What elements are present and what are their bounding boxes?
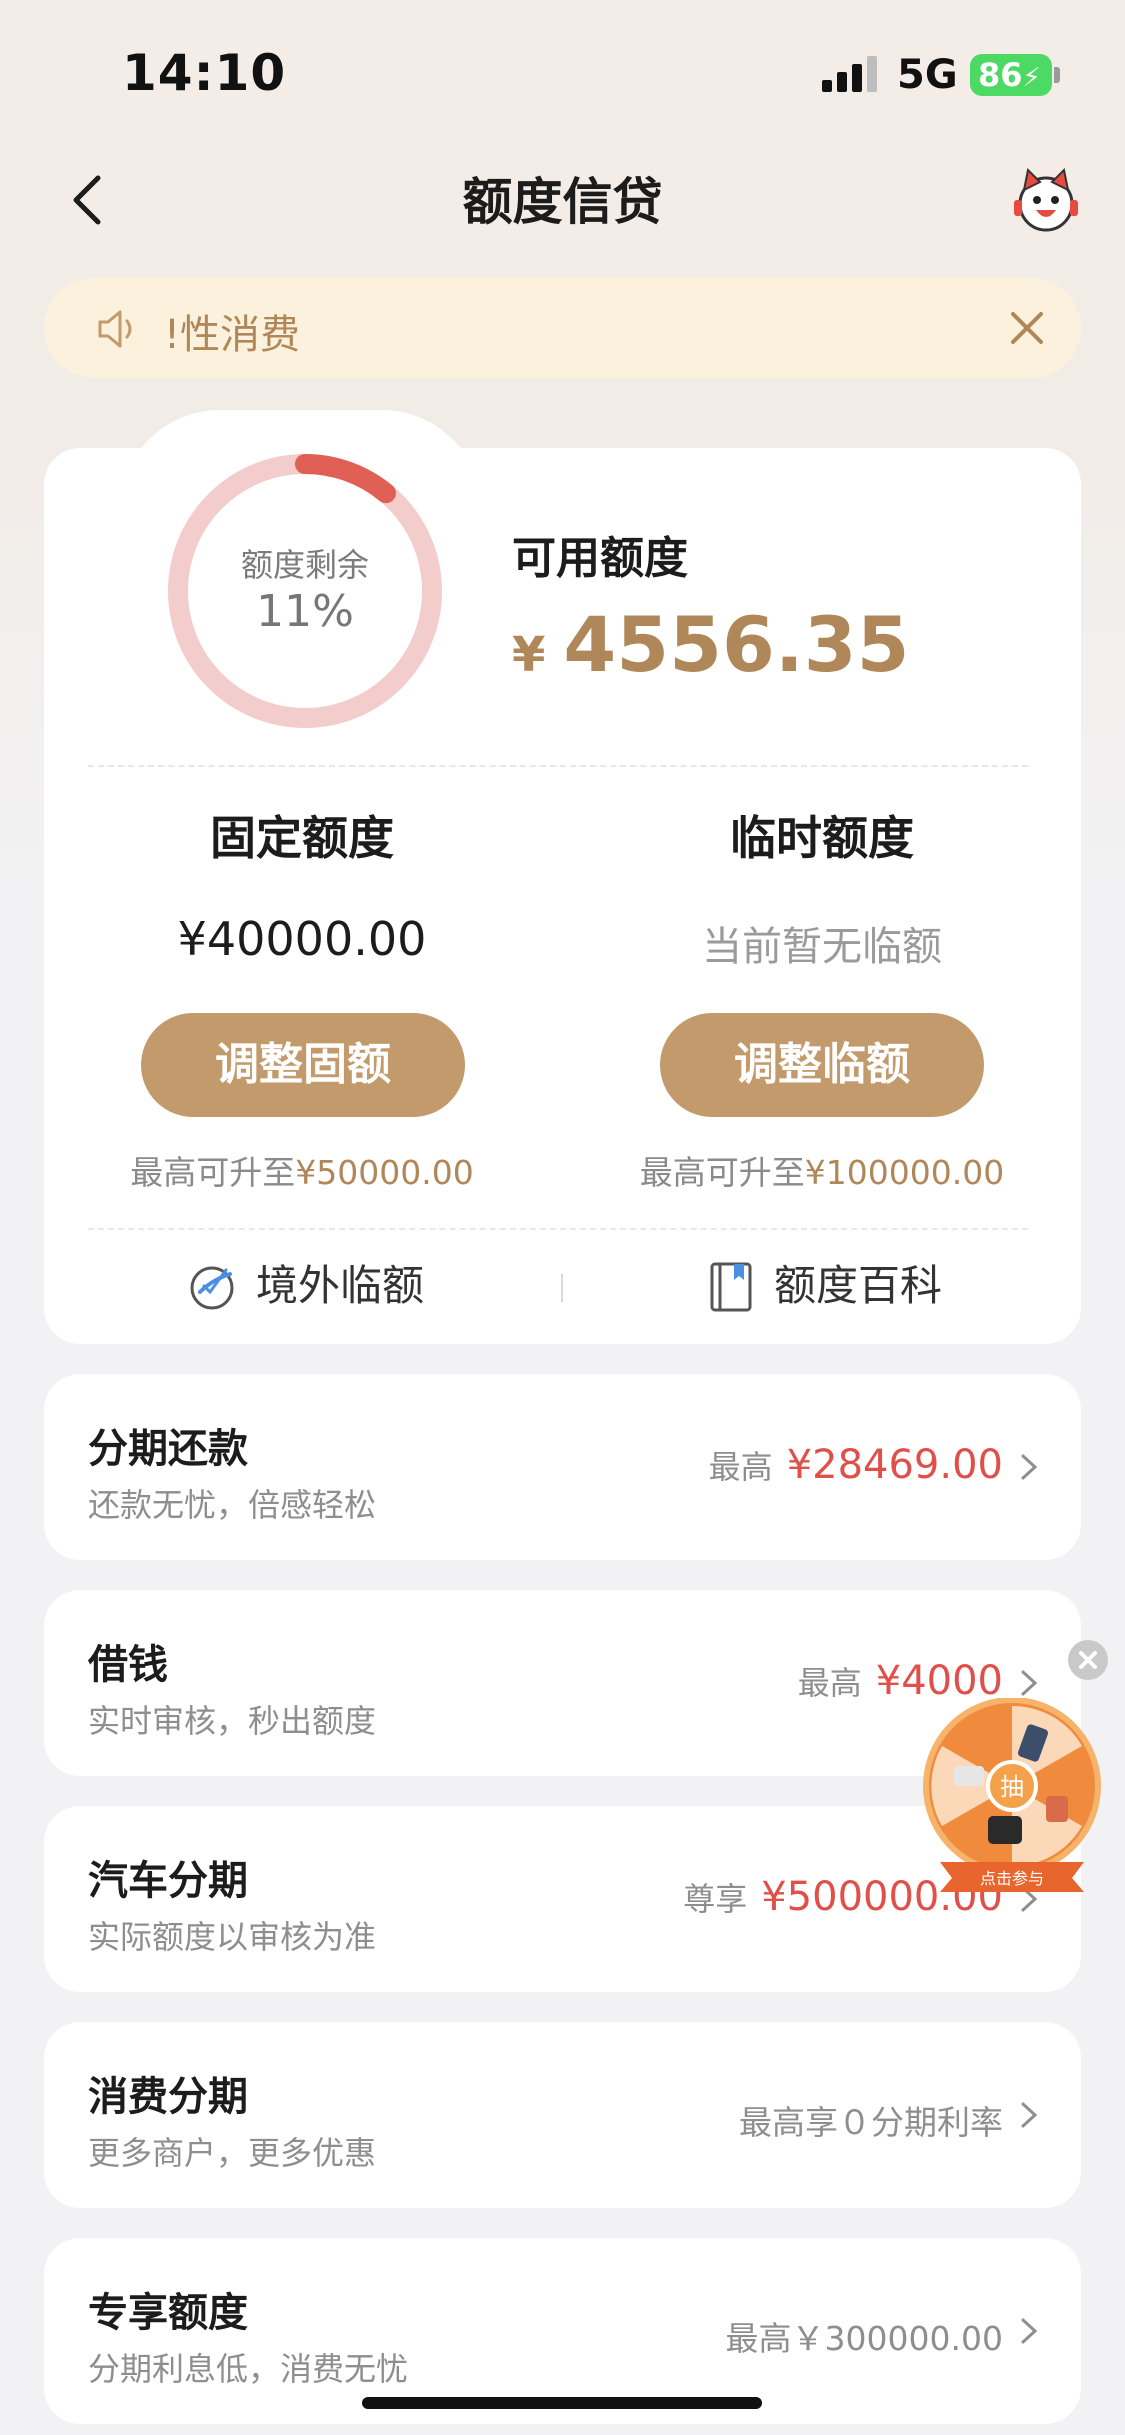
close-icon — [1079, 1651, 1097, 1669]
overseas-quota-link[interactable]: 境外临额 — [256, 1252, 424, 1313]
chevron-right-icon — [1021, 1670, 1038, 1696]
tools-divider — [561, 1274, 563, 1302]
wheel-ribbon-label: 点击参与 — [980, 1869, 1044, 1888]
adjust-temp-button[interactable]: 调整临额 — [660, 1013, 984, 1117]
temp-hint-prefix: 最高可升至 — [639, 1153, 805, 1192]
row-value: 最高 ¥28469.00 — [709, 1442, 1003, 1488]
row-title: 分期还款 — [88, 1426, 248, 1472]
nav-bar: 额度信贷 — [0, 140, 1125, 260]
row-prefix: 最高 — [708, 1448, 773, 1486]
page-title: 额度信贷 — [462, 173, 663, 231]
row-title: 汽车分期 — [88, 1858, 248, 1904]
fixed-hint-prefix: 最高可升至 — [130, 1153, 296, 1192]
fixed-quota-hint: 最高可升至¥50000.00 — [52, 1146, 552, 1194]
row-plain-value: 最高￥300000.00 — [725, 2319, 1003, 2358]
list-item-consumer-installment[interactable]: 消费分期 更多商户，更多优惠 最高享０分期利率 — [44, 2022, 1081, 2208]
row-value: 最高￥300000.00 — [726, 2312, 1003, 2360]
fixed-quota-title: 固定额度 — [210, 811, 394, 865]
list-item-installment-repay[interactable]: 分期还款 还款无忧，倍感轻松 最高 ¥28469.00 — [44, 1374, 1081, 1560]
ring-label: 额度剩余 — [240, 546, 369, 584]
adjust-fixed-button[interactable]: 调整固额 — [141, 1013, 465, 1117]
row-subtitle: 更多商户，更多优惠 — [88, 2134, 377, 2172]
temp-hint-amount: ¥100000.00 — [804, 1153, 1005, 1192]
row-title: 借钱 — [88, 1642, 168, 1688]
notice-banner[interactable]: !性消费 — [44, 278, 1081, 378]
network-type: 5G — [897, 52, 958, 98]
home-indicator[interactable] — [362, 2397, 762, 2409]
overseas-icon[interactable] — [186, 1260, 240, 1314]
row-plain-value: 最高享０分期利率 — [739, 2103, 1003, 2142]
chevron-right-icon — [1021, 2318, 1038, 2344]
wheel-close-button[interactable] — [1068, 1640, 1108, 1680]
close-icon[interactable] — [1003, 304, 1051, 352]
fixed-quota-value: ¥40000.00 — [177, 912, 427, 966]
speaker-icon — [98, 310, 132, 348]
wheel-center-label: 抽 — [1000, 1773, 1024, 1801]
available-amount: ¥4556.35 — [512, 600, 910, 689]
status-time: 14:10 — [122, 44, 287, 102]
row-subtitle: 还款无忧，倍感轻松 — [88, 1486, 377, 1524]
row-subtitle: 分期利息低，消费无忧 — [88, 2350, 409, 2388]
status-bar: 14:10 5G 86⚡ — [0, 0, 1125, 140]
notice-text: !性消费 — [164, 312, 301, 358]
battery-tip — [1054, 67, 1060, 83]
quota-wiki-link[interactable]: 额度百科 — [774, 1252, 942, 1313]
row-amount: ¥28469.00 — [786, 1442, 1003, 1488]
temp-quota-hint: 最高可升至¥100000.00 — [572, 1146, 1072, 1194]
book-icon[interactable] — [706, 1260, 760, 1314]
fixed-hint-amount: ¥50000.00 — [295, 1153, 474, 1192]
row-prefix: 尊享 — [683, 1880, 748, 1918]
available-value: 4556.35 — [563, 600, 910, 689]
ring-progress-arc — [295, 454, 396, 504]
row-subtitle: 实时审核，秒出额度 — [88, 1702, 377, 1740]
battery-level: 86 — [978, 56, 1023, 94]
row-prefix: 最高 — [797, 1664, 862, 1702]
temp-quota-title: 临时额度 — [730, 811, 914, 865]
row-subtitle: 实际额度以审核为准 — [88, 1918, 377, 1956]
temp-quota-value: 当前暂无临额 — [702, 924, 942, 970]
divider — [88, 1228, 1028, 1230]
chevron-right-icon — [1021, 1454, 1038, 1480]
prize-wheel-widget[interactable]: 抽 点击参与 — [922, 1698, 1102, 1894]
row-title: 消费分期 — [88, 2074, 248, 2120]
battery-icon: 86⚡ — [970, 54, 1052, 96]
available-label: 可用额度 — [512, 533, 688, 584]
available-currency: ¥ — [512, 627, 546, 683]
divider — [88, 765, 1028, 767]
signal-icon — [822, 56, 878, 92]
chevron-right-icon — [1021, 2102, 1038, 2128]
row-value: 最高享０分期利率 — [739, 2096, 1003, 2144]
ring-percent: 11% — [256, 586, 354, 637]
mascot-service-icon[interactable] — [1010, 164, 1082, 236]
row-title: 专享额度 — [88, 2290, 248, 2336]
